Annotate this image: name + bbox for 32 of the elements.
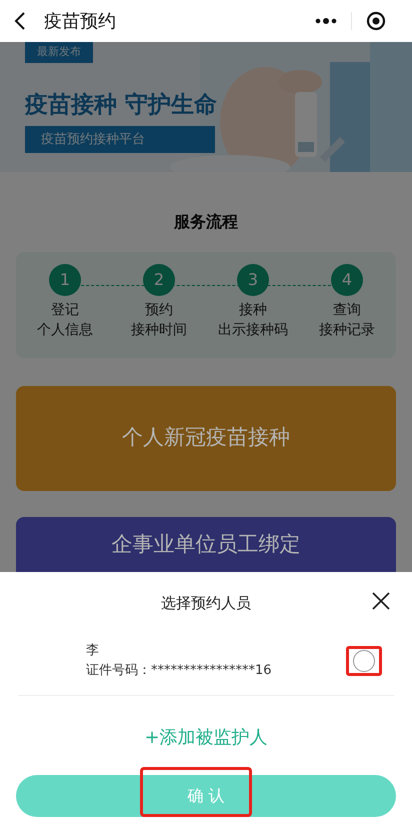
banner-subtitle: 疫苗预约接种平台 bbox=[25, 126, 215, 153]
step-number: 2 bbox=[143, 264, 175, 296]
entry-label: 个人新冠疫苗接种 bbox=[122, 424, 290, 451]
entry-card[interactable]: 个人新冠疫苗接种 bbox=[16, 386, 396, 491]
confirm-button[interactable]: 确 认 bbox=[16, 774, 396, 816]
radio-button[interactable] bbox=[353, 650, 375, 672]
step-description: 个人信息 bbox=[37, 321, 93, 340]
step-description: 接种记录 bbox=[319, 321, 375, 340]
close-app-icon[interactable] bbox=[366, 11, 386, 31]
id-label: 证件号码： bbox=[86, 662, 151, 680]
step-description: 接种时间 bbox=[131, 321, 187, 340]
more-icon[interactable] bbox=[315, 18, 337, 24]
section-title: 服务流程 bbox=[174, 211, 238, 233]
step-description: 出示接种码 bbox=[218, 321, 288, 340]
banner-headline: 疫苗接种 守护生命 bbox=[25, 92, 218, 116]
step-label: 登记 bbox=[51, 301, 79, 320]
id-number: ****************16 bbox=[151, 662, 272, 680]
person-name: 李 bbox=[86, 642, 100, 660]
sheet-title: 选择预约人员 bbox=[161, 593, 251, 614]
step-label: 预约 bbox=[145, 301, 173, 320]
entry-label: 企事业单位员工绑定 bbox=[112, 531, 300, 558]
banner[interactable]: 最新发布 疫苗接种 守护生命 疫苗预约接种平台 bbox=[0, 42, 412, 172]
step-label: 接种 bbox=[239, 301, 267, 320]
step-number: 3 bbox=[237, 264, 269, 296]
add-guardian-link[interactable]: +添加被监护人 bbox=[144, 724, 268, 750]
banner-badge: 最新发布 bbox=[25, 42, 93, 62]
step-number: 1 bbox=[49, 264, 81, 296]
page-title: 疫苗预约 bbox=[44, 10, 116, 34]
back-icon[interactable] bbox=[14, 11, 26, 31]
close-icon[interactable] bbox=[372, 592, 390, 610]
step-number: 4 bbox=[331, 264, 363, 296]
step-label: 查询 bbox=[333, 301, 361, 320]
